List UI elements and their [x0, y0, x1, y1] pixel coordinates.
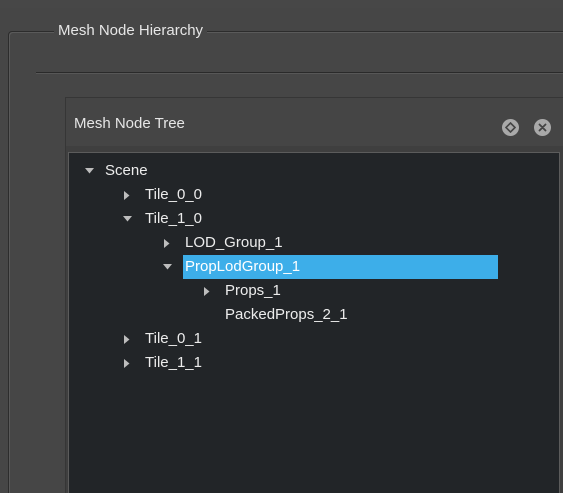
- collapsed-arrow-icon[interactable]: [161, 231, 173, 255]
- float-icon: [505, 122, 516, 133]
- groupbox-title: Mesh Node Hierarchy: [54, 21, 208, 41]
- expanded-arrow-icon[interactable]: [121, 207, 133, 231]
- tree-item-label: Scene: [105, 162, 148, 179]
- tree-item-label: Props_1: [225, 282, 281, 299]
- expanded-arrow-icon[interactable]: [161, 255, 173, 279]
- collapsed-arrow-icon[interactable]: [121, 327, 133, 351]
- tree-item-label: PropLodGroup_1: [183, 255, 499, 279]
- tree-item-label: LOD_Group_1: [185, 234, 283, 251]
- tree-item-label: Tile_0_1: [145, 330, 202, 347]
- mesh-node-tree-panel: Mesh Node Tree Scene Tile_0_0 Tile_1_0 L…: [65, 97, 563, 493]
- mesh-node-tree[interactable]: Scene Tile_0_0 Tile_1_0 LOD_Group_1 Prop…: [68, 152, 560, 493]
- horizontal-separator: [36, 72, 563, 73]
- collapsed-arrow-icon[interactable]: [121, 183, 133, 207]
- tree-item-label: Tile_1_1: [145, 354, 202, 371]
- tree-item-label: Tile_0_0: [145, 186, 202, 203]
- tree-item-label: PackedProps_2_1: [225, 306, 348, 323]
- panel-title: Mesh Node Tree: [74, 115, 185, 132]
- collapsed-arrow-icon[interactable]: [201, 279, 213, 303]
- close-icon: [538, 123, 547, 132]
- close-panel-button[interactable]: [534, 119, 551, 136]
- mesh-node-hierarchy-window: Mesh Node Hierarchy Mesh Node Tree Scene…: [0, 0, 563, 493]
- float-panel-button[interactable]: [502, 119, 519, 136]
- expanded-arrow-icon[interactable]: [83, 159, 95, 183]
- tree-item-label: Tile_1_0: [145, 210, 202, 227]
- panel-header: Mesh Node Tree: [66, 98, 563, 146]
- window-top-edge: [0, 0, 563, 8]
- collapsed-arrow-icon[interactable]: [121, 351, 133, 375]
